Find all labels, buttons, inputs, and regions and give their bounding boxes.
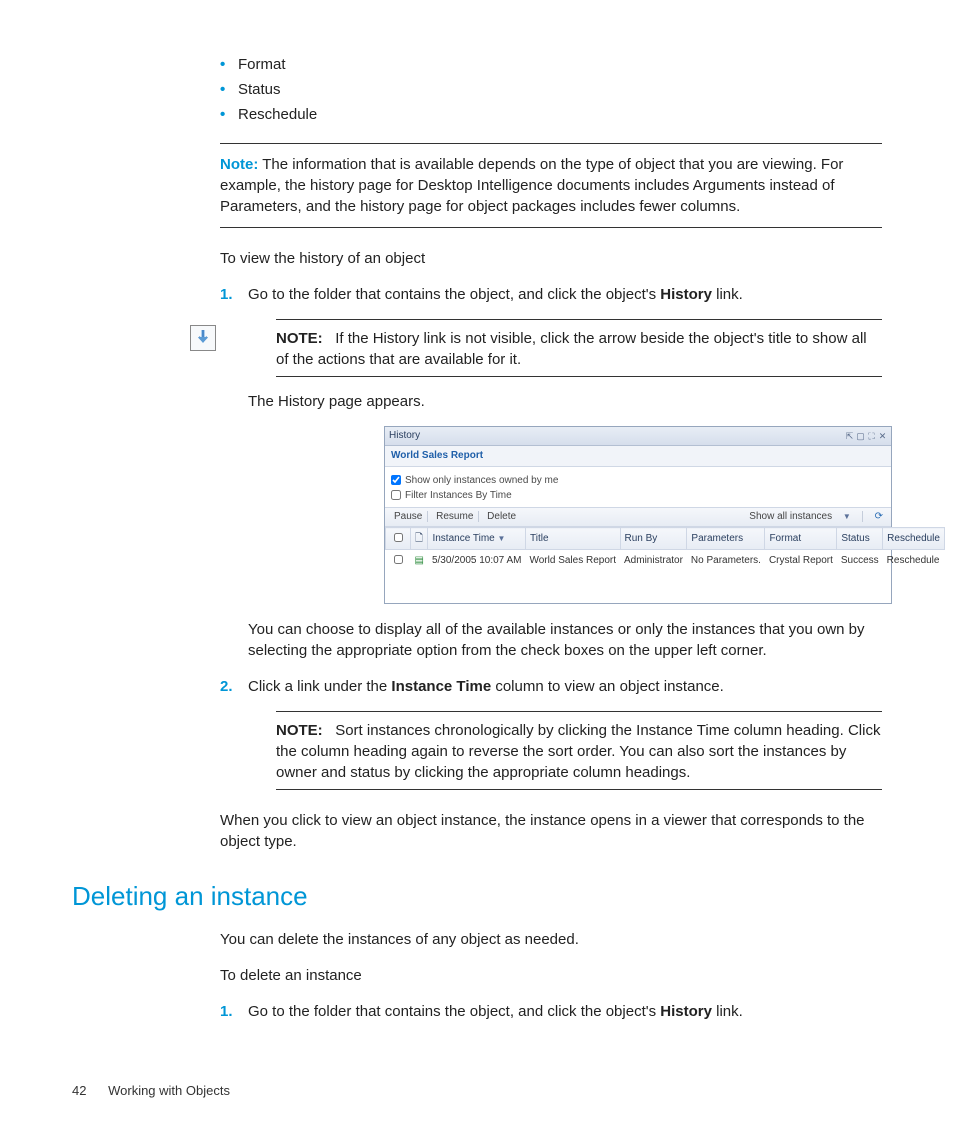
col-icon: 🗋 xyxy=(411,528,428,550)
note-text: Sort instances chronologically by clicki… xyxy=(276,722,880,781)
delete-intro: You can delete the instances of any obje… xyxy=(220,929,882,950)
cell-runby: Administrator xyxy=(620,550,687,572)
cell-format: Crystal Report xyxy=(765,550,837,572)
step-bold: History xyxy=(660,1003,712,1020)
row-checkbox[interactable] xyxy=(394,555,403,564)
bullet-item: Status xyxy=(220,79,882,100)
step-item: Go to the folder that contains the objec… xyxy=(220,284,882,661)
checkbox-label: Filter Instances By Time xyxy=(405,490,512,501)
col-resched[interactable]: Reschedule xyxy=(883,528,945,550)
refresh-icon[interactable]: ⟳ xyxy=(871,511,887,522)
close-icon[interactable]: ✕ xyxy=(878,432,887,441)
panel-title: History xyxy=(389,429,420,443)
pin-icon[interactable]: ⇱ xyxy=(845,432,854,441)
pause-button[interactable]: Pause xyxy=(389,511,428,522)
checkbox-label: Show only instances owned by me xyxy=(405,475,558,486)
arrow-down-icon xyxy=(190,325,216,351)
checkbox[interactable] xyxy=(391,475,401,485)
step-item: Click a link under the Instance Time col… xyxy=(220,676,882,790)
filter-owned-checkbox[interactable]: Show only instances owned by me xyxy=(391,474,885,488)
minimize-icon[interactable]: ▢ xyxy=(856,432,865,441)
table-row: ▤ 5/30/2005 10:07 AM World Sales Report … xyxy=(386,550,945,572)
cell-params: No Parameters. xyxy=(687,550,765,572)
note-text: The information that is available depend… xyxy=(220,156,843,215)
bullet-item: Reschedule xyxy=(220,104,882,125)
step-text-pre: Go to the folder that contains the objec… xyxy=(248,286,660,303)
resume-button[interactable]: Resume xyxy=(431,511,479,522)
panel-titlebar: History ⇱ ▢ ⛶ ✕ xyxy=(385,427,891,446)
intro-text: To view the history of an object xyxy=(220,248,882,269)
bullet-list: Format Status Reschedule xyxy=(220,54,882,125)
checkbox[interactable] xyxy=(391,490,401,500)
col-checkbox[interactable] xyxy=(386,528,411,550)
filter-area: Show only instances owned by me Filter I… xyxy=(385,467,891,507)
delete-steps-list: Go to the folder that contains the objec… xyxy=(220,1001,882,1022)
divider xyxy=(276,376,882,377)
col-params[interactable]: Parameters xyxy=(687,528,765,550)
col-runby[interactable]: Run By xyxy=(620,528,687,550)
filter-time-checkbox[interactable]: Filter Instances By Time xyxy=(391,489,885,503)
divider xyxy=(276,711,882,712)
select-all-checkbox[interactable] xyxy=(394,533,403,542)
page-footer: 42 Working with Objects xyxy=(72,1082,882,1100)
divider xyxy=(276,789,882,790)
header-row: 🗋 Instance Time ▼ Title Run By Parameter… xyxy=(386,528,945,550)
viewer-paragraph: When you click to view an object instanc… xyxy=(220,810,882,852)
window-controls[interactable]: ⇱ ▢ ⛶ ✕ xyxy=(845,432,887,441)
toolbar: Pause Resume Delete Show all instances ▼… xyxy=(385,507,891,527)
instance-time-link[interactable]: 5/30/2005 10:07 AM xyxy=(428,550,526,572)
note-block: NOTE: If the History link is not visible… xyxy=(276,319,882,377)
divider xyxy=(220,143,882,144)
cell-title: World Sales Report xyxy=(525,550,620,572)
divider xyxy=(862,511,871,522)
section-heading: Deleting an instance xyxy=(72,878,882,914)
step-text-post: link. xyxy=(712,286,743,303)
step-text-pre: Click a link under the xyxy=(248,678,391,695)
step-item: Go to the folder that contains the objec… xyxy=(220,1001,882,1022)
chapter-title: Working with Objects xyxy=(108,1083,230,1098)
divider xyxy=(276,319,882,320)
note-label: NOTE: xyxy=(276,722,323,739)
show-all-dropdown[interactable]: Show all instances ▼ xyxy=(741,511,859,522)
history-table: 🗋 Instance Time ▼ Title Run By Parameter… xyxy=(385,527,945,603)
divider xyxy=(220,227,882,228)
chevron-down-icon: ▼ xyxy=(839,512,855,521)
choose-display-text: You can choose to display all of the ava… xyxy=(248,619,882,661)
step-bold: Instance Time xyxy=(391,678,491,695)
steps-list: Go to the folder that contains the objec… xyxy=(220,284,882,790)
step-text-pre: Go to the folder that contains the objec… xyxy=(248,1003,660,1020)
step-bold: History xyxy=(660,286,712,303)
history-appears: The History page appears. xyxy=(248,391,882,412)
page-number: 42 xyxy=(72,1083,86,1098)
bullet-item: Format xyxy=(220,54,882,75)
col-label: Instance Time xyxy=(432,533,494,544)
note-text: If the History link is not visible, clic… xyxy=(276,330,867,368)
step-text-post: column to view an object instance. xyxy=(491,678,724,695)
maximize-icon[interactable]: ⛶ xyxy=(867,432,876,441)
col-format[interactable]: Format xyxy=(765,528,837,550)
sort-desc-icon: ▼ xyxy=(498,534,506,543)
report-icon: ▤ xyxy=(411,550,428,572)
panel-subtitle: World Sales Report xyxy=(385,446,891,467)
col-status[interactable]: Status xyxy=(837,528,883,550)
note-label: Note: xyxy=(220,156,258,173)
status-link[interactable]: Success xyxy=(837,550,883,572)
note-label: NOTE: xyxy=(276,330,323,347)
col-title[interactable]: Title xyxy=(525,528,620,550)
delete-button[interactable]: Delete xyxy=(482,511,521,522)
history-panel-screenshot: History ⇱ ▢ ⛶ ✕ World Sales Report Show … xyxy=(384,426,892,604)
dropdown-label: Show all instances xyxy=(745,511,836,522)
note-block: NOTE: Sort instances chronologically by … xyxy=(276,711,882,790)
note-paragraph: Note: The information that is available … xyxy=(220,154,882,217)
step-text-post: link. xyxy=(712,1003,743,1020)
col-instance-time[interactable]: Instance Time ▼ xyxy=(428,528,526,550)
delete-to: To delete an instance xyxy=(220,965,882,986)
reschedule-link[interactable]: Reschedule xyxy=(883,550,945,572)
